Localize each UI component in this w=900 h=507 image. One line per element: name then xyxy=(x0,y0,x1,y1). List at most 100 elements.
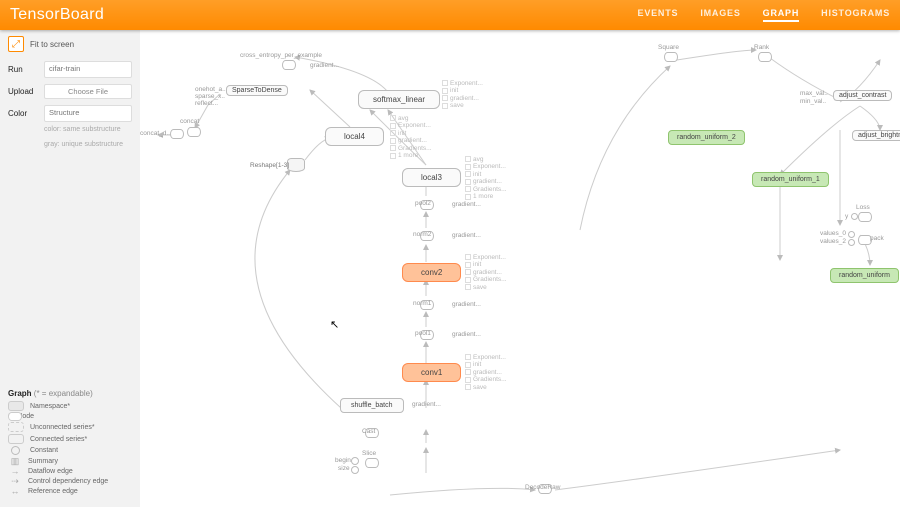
tab-events[interactable]: EVENTS xyxy=(638,8,679,22)
fit-icon: ⤢ xyxy=(8,36,24,52)
text-norm2: norm2 xyxy=(413,231,431,238)
legend-item-dataflow: Dataflow edge xyxy=(28,468,73,475)
label-gradient-norm1: gradient... xyxy=(452,301,481,308)
node-sparse-to-dense[interactable]: SparseToDense xyxy=(226,85,288,96)
run-select[interactable]: cifar-train xyxy=(44,61,132,78)
node-random-uniform-2[interactable]: random_uniform_2 xyxy=(668,130,745,145)
fit-to-screen-button[interactable]: ⤢ Fit to screen xyxy=(0,30,140,58)
node-random-uniform[interactable]: random_uniform xyxy=(830,268,899,283)
legend-item-summary: Summary xyxy=(28,458,58,465)
legend-dataflow-icon: → xyxy=(8,467,22,475)
legend-note: (* = expandable) xyxy=(34,389,93,398)
label-min-val: min_val.. xyxy=(800,98,826,105)
tab-histograms[interactable]: HISTOGRAMS xyxy=(821,8,890,22)
color-select[interactable]: Structure xyxy=(44,105,132,122)
sidelist-softmax: Exponent...initgradient...save xyxy=(442,80,483,110)
label-sparse-x: sparse_x.. xyxy=(195,93,225,100)
node-adjust-contrast[interactable]: adjust_contrast xyxy=(833,90,892,101)
label-gradient-0: gradient... xyxy=(310,62,339,69)
label-gradient-norm2: gradient... xyxy=(452,232,481,239)
node-adjust-brightness[interactable]: adjust_brightness xyxy=(852,130,900,141)
sidelist-conv1: Exponent...initgradient...Gradients...sa… xyxy=(465,354,507,391)
legend-constant-icon xyxy=(11,446,20,455)
legend-control-icon: ⇢ xyxy=(8,477,22,485)
sidebar: ⤢ Fit to screen Run cifar-train Upload C… xyxy=(0,30,141,507)
node-softmax-linear[interactable]: softmax_linear xyxy=(358,90,440,109)
color-row: Color Structure xyxy=(0,102,140,125)
text-decoderaw: DecodeRaw xyxy=(525,484,560,491)
label-gradient-pool1: gradient... xyxy=(452,331,481,338)
node-loss[interactable] xyxy=(858,212,872,222)
sidelist-conv2: Exponent...initgradient...Gradients...sa… xyxy=(465,254,507,291)
text-slice: Slice xyxy=(362,450,376,457)
legend-item-connected: Connected series* xyxy=(30,436,87,443)
node-reshape[interactable] xyxy=(287,158,305,172)
legend-item-unconnected: Unconnected series* xyxy=(30,424,95,431)
node-rank[interactable] xyxy=(758,52,772,62)
legend-item-reference: Reference edge xyxy=(28,488,78,495)
label-size: size xyxy=(338,465,350,472)
label-concat-d: concat_d.. xyxy=(140,130,170,137)
label-reshape: Reshape[1-3] xyxy=(250,162,289,169)
const-v0 xyxy=(848,231,855,238)
color-hint-2: gray: unique substructure xyxy=(0,140,140,155)
legend-title: Graph xyxy=(8,389,32,398)
run-label: Run xyxy=(8,65,38,74)
op-concat[interactable] xyxy=(187,127,201,137)
text-pool2: pool2 xyxy=(415,200,431,207)
graph-edges xyxy=(140,30,900,507)
node-random-uniform-1[interactable]: random_uniform_1 xyxy=(752,172,829,187)
tab-graph[interactable]: GRAPH xyxy=(763,8,800,22)
text-cast: Cast xyxy=(362,428,375,435)
label-gradient-pool2: gradient... xyxy=(452,201,481,208)
fit-label: Fit to screen xyxy=(30,40,74,49)
node-concat: concat xyxy=(180,118,199,125)
text-norm1: norm1 xyxy=(413,300,431,307)
const-size xyxy=(351,466,359,474)
legend-item-constant: Constant xyxy=(30,447,58,454)
legend-namespace-icon xyxy=(8,401,24,411)
legend-connected-icon xyxy=(8,434,24,444)
node-local4[interactable]: local4 xyxy=(325,127,384,146)
op-cross-entropy[interactable] xyxy=(282,60,296,70)
color-hint-1: color: same substructure xyxy=(0,125,140,140)
legend-item-namespace: Namespace* xyxy=(30,403,70,410)
upload-row: Upload Choose File xyxy=(0,81,140,102)
label-y: y xyxy=(845,213,848,220)
sidelist-local3: avgExponent...initgradient...Gradients..… xyxy=(465,156,507,201)
app-title: TensorBoard xyxy=(10,6,104,24)
node-cross-entropy[interactable]: cross_entropy_per_example xyxy=(240,52,322,59)
node-shuffle-batch[interactable]: shuffle_batch xyxy=(340,398,404,413)
const-y xyxy=(851,213,858,220)
node-square[interactable] xyxy=(664,52,678,62)
choose-file-button[interactable]: Choose File xyxy=(44,84,132,99)
op-concat-d[interactable] xyxy=(170,129,184,139)
text-pack: pack xyxy=(870,235,884,242)
legend-summary-icon: ▥ xyxy=(8,457,22,465)
color-label: Color xyxy=(8,109,38,118)
text-pool1: pool1 xyxy=(415,330,431,337)
text-square: Square xyxy=(658,44,679,51)
legend-opnode-icon xyxy=(8,412,22,421)
label-begin: begin xyxy=(335,457,351,464)
node-conv1[interactable]: conv1 xyxy=(402,363,461,382)
label-values-0: values_0 xyxy=(820,230,846,237)
label-reflect: reflect... xyxy=(195,100,218,107)
const-begin xyxy=(351,457,359,465)
node-local3[interactable]: local3 xyxy=(402,168,461,187)
upload-label: Upload xyxy=(8,87,38,96)
run-row: Run cifar-train xyxy=(0,58,140,81)
label-max-val: max_val.. xyxy=(800,90,828,97)
legend-reference-icon: ↔ xyxy=(8,487,22,495)
label-values-2: values_2 xyxy=(820,238,846,245)
text-loss: Loss xyxy=(856,204,870,211)
node-conv2[interactable]: conv2 xyxy=(402,263,461,282)
label-gradient-shuffle: gradient... xyxy=(412,401,441,408)
graph-canvas[interactable]: cross_entropy_per_example gradient... on… xyxy=(140,30,900,507)
tab-images[interactable]: IMAGES xyxy=(700,8,740,22)
text-rank: Rank xyxy=(754,44,769,51)
node-slice[interactable] xyxy=(365,458,379,468)
sidelist-local4: avgExponent...initgradient...Gradients..… xyxy=(390,115,432,160)
header-tabs: EVENTS IMAGES GRAPH HISTOGRAMS xyxy=(638,8,890,22)
legend-unconnected-icon xyxy=(8,422,24,432)
